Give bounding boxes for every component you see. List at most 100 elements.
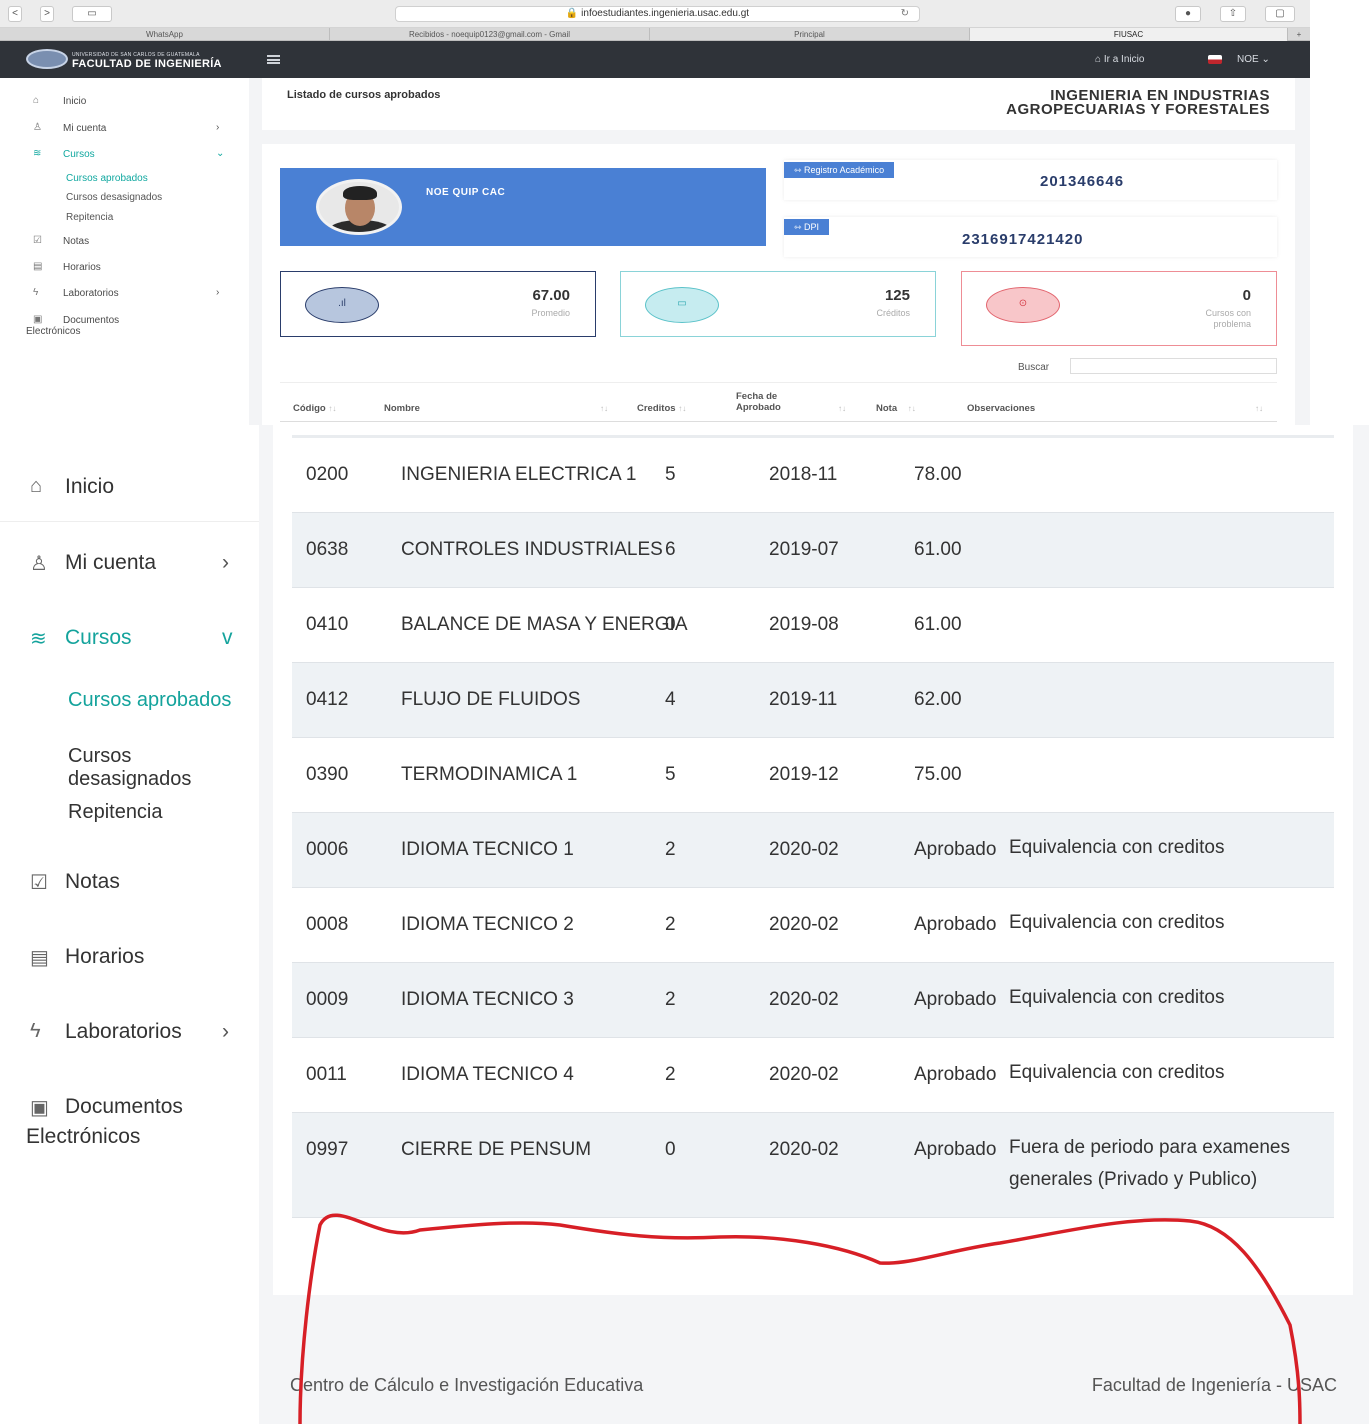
profile-box: NOE QUIP CAC <box>280 168 766 246</box>
dpi-label: DPI <box>804 222 820 232</box>
career-line-2: AGROPECUARIAS Y FORESTALES <box>1006 101 1270 118</box>
tab-whatsapp[interactable]: WhatsApp <box>0 28 330 41</box>
forward-button[interactable]: > <box>40 6 54 22</box>
sidebar-item-label: Horarios <box>63 262 101 273</box>
registro-badge-top: ⇿ Registro Académico <box>784 162 895 178</box>
arrows-icon: ⇿ <box>794 165 805 175</box>
registro-label-top: Registro Académico <box>804 165 885 175</box>
share-icon[interactable]: ⇧ <box>1220 6 1246 22</box>
sidebar-toggle-icon[interactable]: ▭ <box>72 6 112 22</box>
sidebar-sub-cursos-aprobados[interactable]: Cursos aprobados <box>66 173 148 184</box>
header-nombre[interactable]: Nombre <box>384 403 420 414</box>
tab-gmail[interactable]: Recibidos - noequip0123@gmail.com - Gmai… <box>330 28 650 41</box>
stat-promedio: .ıl 67.00 Promedio <box>280 271 596 337</box>
sidebar-item-label: Mi cuenta <box>63 123 107 134</box>
chevron-right-icon: › <box>216 122 220 133</box>
career-name: INGENIERIA EN INDUSTRIAS AGROPECUARIAS Y… <box>1006 88 1270 118</box>
page-title: Listado de cursos aprobados <box>287 89 441 101</box>
main-content: Listado de cursos aprobados INGENIERIA E… <box>262 78 1295 425</box>
dpi-badge: ⇿ DPI <box>784 219 830 235</box>
sidebar-item-label: Notas <box>63 236 90 247</box>
problema-label-1: Cursos con <box>1205 308 1251 318</box>
sort-icon: ↑↓ <box>328 404 337 413</box>
bolt-icon: ϟ <box>33 287 39 298</box>
alert-icon: ⊙ <box>986 287 1060 323</box>
sidebar: ⌂ Inicio ♙ Mi cuenta › ≋ Cursos ⌄ Cursos apro… <box>0 78 249 425</box>
sort-icon: ↑↓ <box>907 404 916 413</box>
stat-creditos: ▭ 125 Créditos <box>620 271 936 337</box>
red-annotation-scribble <box>298 1213 1302 1424</box>
home-icon: ⌂ <box>33 95 40 106</box>
sidebar-item-label: Inicio <box>63 96 87 107</box>
stat-problema: ⊙ 0 Cursos con problema <box>961 271 1277 346</box>
problema-label-2: problema <box>1213 319 1251 329</box>
layers-icon: ≋ <box>33 148 42 159</box>
go-home-link[interactable]: ⌂ Ir a Inicio <box>1095 54 1144 65</box>
sidebar-item-notas[interactable]: ☑ Notas <box>0 234 249 250</box>
checkbox-icon: ☑ <box>33 235 42 246</box>
search-input[interactable] <box>1070 358 1277 374</box>
document-icon: ▣ <box>33 314 43 325</box>
header-nota[interactable]: Nota ↑↓ <box>876 403 916 414</box>
lock-icon: 🔒 <box>565 8 582 19</box>
reload-icon[interactable]: ↻ <box>901 7 909 21</box>
calendar-icon: ▤ <box>33 261 43 272</box>
faculty-name: FACULTAD DE INGENIERÍA <box>72 58 222 70</box>
user-menu[interactable]: NOE ⌄ <box>1237 54 1270 65</box>
sort-icon[interactable]: ↑↓ <box>838 403 846 414</box>
tabs-overview-icon[interactable]: ▢ <box>1265 6 1295 22</box>
sort-icon[interactable]: ↑↓ <box>1255 403 1263 414</box>
sidebar-item-inicio[interactable]: ⌂ Inicio <box>0 94 249 110</box>
address-bar[interactable]: 🔒 infoestudiantes.ingenieria.usac.edu.gt… <box>395 6 920 22</box>
registro-value: 201346646 <box>1040 173 1125 190</box>
sidebar-sub-repitencia[interactable]: Repitencia <box>66 212 113 223</box>
creditos-label: Créditos <box>876 308 910 318</box>
header-creditos[interactable]: Creditos ↑↓ <box>637 403 686 414</box>
header-nota-label: Nota <box>876 403 898 414</box>
book-icon: ▭ <box>645 287 719 323</box>
dpi-value: 2316917421420 <box>962 231 1084 248</box>
home-icon: ⌂ <box>1095 54 1104 65</box>
avatar <box>316 179 402 235</box>
sidebar-item-mi-cuenta[interactable]: ♙ Mi cuenta › <box>0 121 249 137</box>
sidebar-sub-cursos-desasignados[interactable]: Cursos desasignados <box>66 192 162 203</box>
sort-icon[interactable]: ↑↓ <box>600 403 608 414</box>
university-seal-icon <box>26 49 68 69</box>
sidebar-item-label: Laboratorios <box>63 288 119 299</box>
go-home-label: Ir a Inicio <box>1103 54 1145 65</box>
search-label: Buscar <box>1018 362 1050 373</box>
user-icon: ♙ <box>33 122 42 133</box>
chart-icon: .ıl <box>305 287 379 323</box>
sort-icon: ↑↓ <box>678 404 687 413</box>
browser-toolbar: < > ▭ 🔒 infoestudiantes.ingenieria.usac.… <box>0 0 1310 28</box>
browser-tabs: WhatsApp Recibidos - noequip0123@gmail.c… <box>0 28 1310 41</box>
sidebar-item-cursos[interactable]: ≋ Cursos ⌄ <box>0 147 249 163</box>
sidebar-item-laboratorios[interactable]: ϟ Laboratorios › <box>0 286 249 302</box>
promedio-value: 67.00 <box>532 287 570 304</box>
promedio-label: Promedio <box>531 308 570 318</box>
user-name: NOE <box>1237 54 1259 65</box>
student-name: NOE QUIP CAC <box>426 187 506 198</box>
arrows-icon: ⇿ <box>794 222 805 232</box>
header-codigo[interactable]: Código ↑↓ <box>293 403 336 414</box>
download-icon[interactable]: ● <box>1175 6 1201 22</box>
header-fecha-line1: Fecha de <box>736 391 778 402</box>
bottom-screenshot: ⌂ Inicio ♙ Mi cuenta › ≋ Cursos v Cursos apro… <box>0 425 1369 1424</box>
header-observaciones[interactable]: Observaciones <box>967 403 1035 414</box>
student-card: NOE QUIP CAC ⇿ Registro Académico ⇿ Regi… <box>262 144 1295 425</box>
user-flag-icon <box>1208 55 1222 64</box>
top-screenshot: < > ▭ 🔒 infoestudiantes.ingenieria.usac.… <box>0 0 1310 425</box>
table-header: Código ↑↓ Nombre ↑↓ Creditos ↑↓ Fecha de… <box>280 382 1277 422</box>
back-button[interactable]: < <box>8 6 22 22</box>
menu-icon[interactable] <box>267 55 280 64</box>
problema-label: Cursos con problema <box>1205 308 1251 330</box>
tab-principal[interactable]: Principal <box>650 28 970 41</box>
problema-value: 0 <box>1242 287 1251 304</box>
sidebar-item-horarios[interactable]: ▤ Horarios <box>0 260 249 276</box>
creditos-value: 125 <box>884 287 910 304</box>
header-fecha[interactable]: Fecha de Aprobado <box>736 391 781 413</box>
header-codigo-label: Código <box>293 403 326 414</box>
chevron-right-icon: › <box>216 287 220 298</box>
new-tab-icon[interactable]: + <box>1288 28 1310 41</box>
tab-fiusac[interactable]: FIUSAC <box>970 28 1288 41</box>
